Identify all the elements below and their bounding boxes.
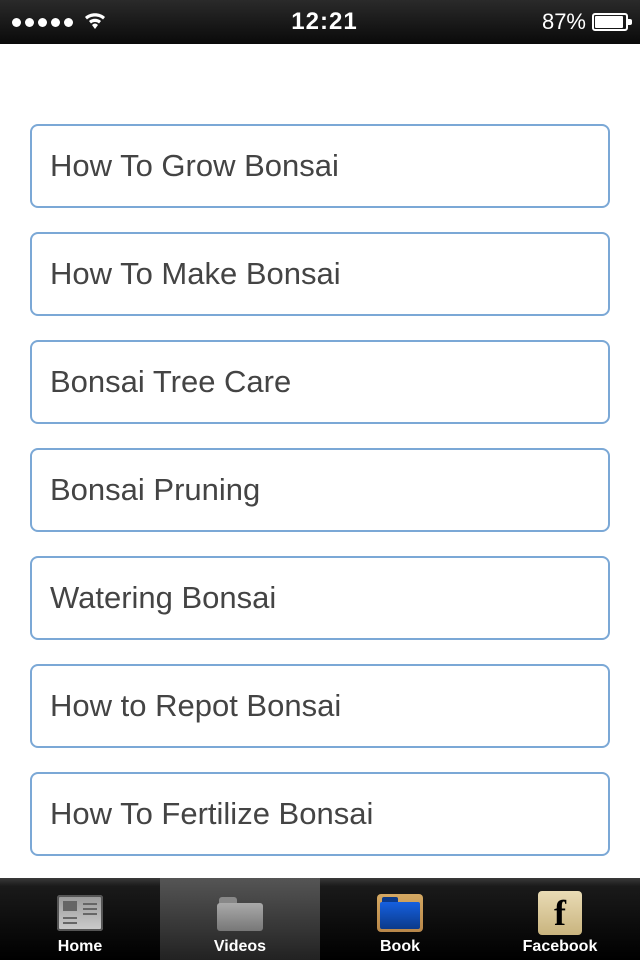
tab-book[interactable]: Book bbox=[320, 878, 480, 960]
newspaper-icon bbox=[55, 890, 105, 936]
battery-icon bbox=[592, 13, 628, 31]
tab-facebook[interactable]: f Facebook bbox=[480, 878, 640, 960]
list-item-label: How to Repot Bonsai bbox=[50, 688, 341, 723]
list-item[interactable]: How To Fertilize Bonsai bbox=[30, 772, 610, 856]
status-time: 12:21 bbox=[291, 8, 357, 36]
facebook-icon: f bbox=[535, 890, 585, 936]
list-item[interactable]: How To Grow Bonsai bbox=[30, 124, 610, 208]
list-item[interactable]: Watering Bonsai bbox=[30, 556, 610, 640]
book-folder-icon bbox=[375, 890, 425, 936]
tab-home[interactable]: Home bbox=[0, 878, 160, 960]
status-bar: 12:21 87% bbox=[0, 0, 640, 44]
tab-bar: Home Videos Book f Facebook bbox=[0, 878, 640, 960]
list-item-label: Bonsai Tree Care bbox=[50, 364, 291, 399]
battery-percent: 87% bbox=[542, 9, 586, 35]
list-item-label: Bonsai Pruning bbox=[50, 472, 260, 507]
tab-label: Facebook bbox=[523, 938, 598, 956]
tab-label: Home bbox=[58, 938, 102, 956]
wifi-icon bbox=[83, 9, 107, 35]
list-item[interactable]: How To Make Bonsai bbox=[30, 232, 610, 316]
list-item[interactable]: How to Repot Bonsai bbox=[30, 664, 610, 748]
folder-icon bbox=[215, 890, 265, 936]
tab-label: Videos bbox=[214, 938, 266, 956]
list-item-label: Watering Bonsai bbox=[50, 580, 276, 615]
tab-label: Book bbox=[380, 938, 420, 956]
list-item-label: How To Make Bonsai bbox=[50, 256, 341, 291]
list-item[interactable]: Bonsai Tree Care bbox=[30, 340, 610, 424]
list-item-label: How To Fertilize Bonsai bbox=[50, 796, 373, 831]
list-item[interactable]: Bonsai Pruning bbox=[30, 448, 610, 532]
status-battery: 87% bbox=[542, 9, 628, 35]
list-item-label: How To Grow Bonsai bbox=[50, 148, 339, 183]
status-left bbox=[12, 9, 107, 35]
scroll-area[interactable]: How To Grow Bonsai How To Make Bonsai Bo… bbox=[0, 44, 640, 878]
tab-videos[interactable]: Videos bbox=[160, 878, 320, 960]
content-area: How To Grow Bonsai How To Make Bonsai Bo… bbox=[0, 44, 640, 878]
signal-strength-icon bbox=[12, 18, 73, 27]
